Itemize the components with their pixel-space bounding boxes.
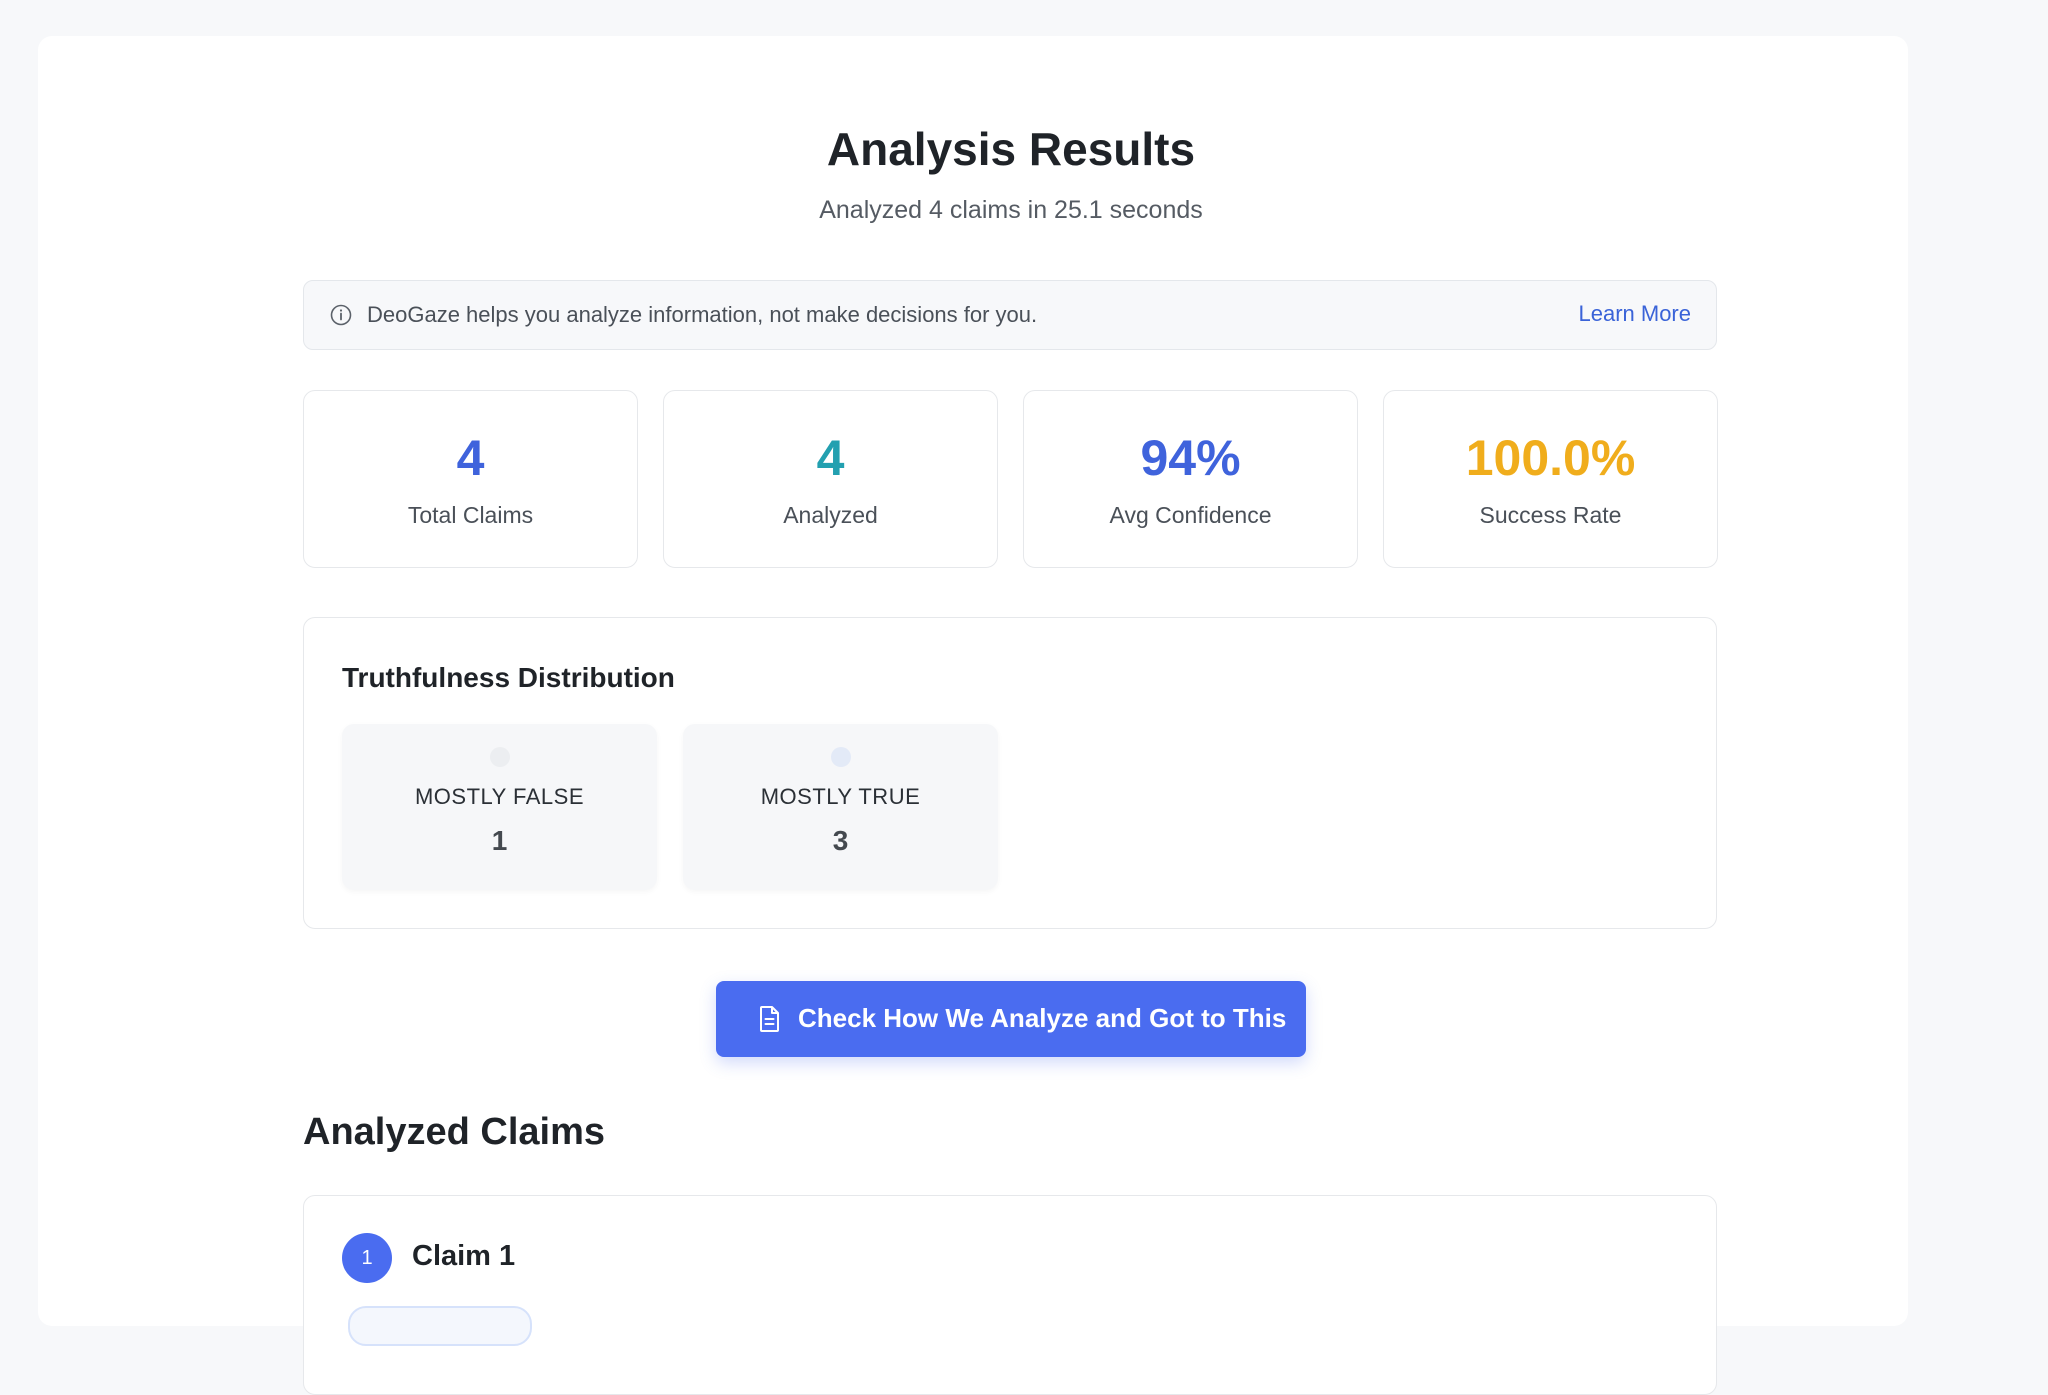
stat-label: Avg Confidence (1109, 502, 1272, 528)
verdict-count: 1 (491, 825, 508, 856)
claim-card[interactable]: 1 Claim 1 (303, 1195, 1717, 1395)
verdict-dot-icon (490, 747, 510, 767)
verdict-label: MOSTLY FALSE (414, 784, 585, 809)
verdict-dot-icon (831, 747, 851, 767)
methodology-button-label: Check How We Analyze and Got to This (798, 1003, 1287, 1033)
claim-title: Claim 1 (412, 1240, 516, 1272)
distribution-card-mostly-true: MOSTLY TRUE 3 (683, 724, 998, 890)
disclaimer-banner: DeoGaze helps you analyze information, n… (303, 280, 1717, 350)
stat-label: Success Rate (1479, 502, 1622, 528)
truthfulness-distribution: Truthfulness Distribution MOSTLY FALSE 1… (303, 617, 1717, 929)
distribution-title: Truthfulness Distribution (342, 662, 675, 693)
document-icon (760, 1006, 779, 1032)
claim-verdict-badge (348, 1306, 532, 1346)
stat-label: Total Claims (407, 502, 534, 528)
stat-card-success-rate: 100.0% Success Rate (1383, 390, 1718, 568)
disclaimer-text: DeoGaze helps you analyze information, n… (367, 302, 1038, 327)
stat-value: 4 (456, 430, 485, 486)
learn-more-link[interactable]: Learn More (1578, 301, 1691, 327)
page-subtitle: Analyzed 4 claims in 25.1 seconds (819, 196, 1203, 224)
stat-value: 100.0% (1465, 430, 1636, 486)
results-panel: Analysis Results Analyzed 4 claims in 25… (38, 36, 1908, 1395)
verdict-count: 3 (832, 825, 849, 856)
info-icon (330, 304, 352, 326)
claim-number-badge: 1 (342, 1233, 392, 1283)
stat-value: 94% (1140, 430, 1241, 486)
stat-card-total-claims: 4 Total Claims (303, 390, 638, 568)
methodology-button[interactable]: Check How We Analyze and Got to This (716, 981, 1306, 1057)
verdict-label: MOSTLY TRUE (760, 784, 921, 809)
page-title: Analysis Results (826, 123, 1196, 175)
stat-value: 4 (816, 430, 845, 486)
distribution-card-mostly-false: MOSTLY FALSE 1 (342, 724, 657, 890)
stat-card-analyzed: 4 Analyzed (663, 390, 998, 568)
stat-label: Analyzed (783, 502, 878, 528)
results-content: Analysis Results Analyzed 4 claims in 25… (303, 36, 1719, 1395)
stat-card-avg-confidence: 94% Avg Confidence (1023, 390, 1358, 568)
claims-section-title: Analyzed Claims (303, 1111, 605, 1153)
